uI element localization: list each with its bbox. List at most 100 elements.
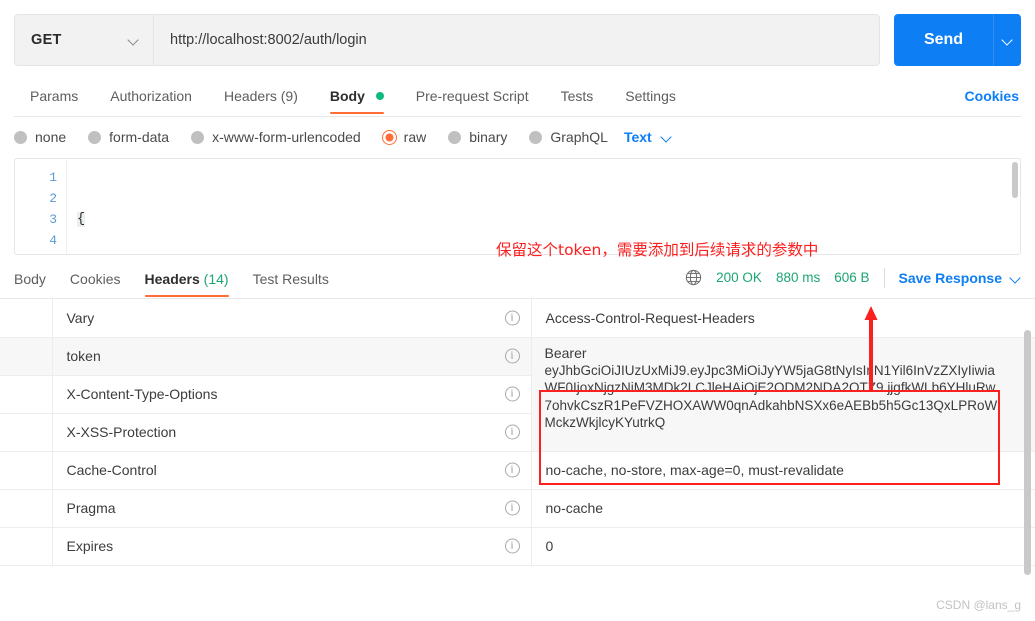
header-key-cell: Expires i [52,527,532,565]
response-tab-body[interactable]: Body [14,265,58,298]
line-number: 4 [49,233,57,248]
header-key-cell: X-XSS-Protection i [52,413,532,451]
radio-selected-icon [382,130,396,144]
header-key: Pragma [66,500,116,516]
info-icon[interactable]: i [504,348,520,364]
header-value-cell: Access-Control-Request-Headers [531,299,1035,337]
header-key: Cache-Control [66,462,157,478]
editor-scrollbar[interactable] [1012,162,1018,198]
tab-label: Headers (9) [223,88,298,104]
response-meta: 200 OK 880 ms 606 B Save Response [685,267,1022,296]
header-value-cell: Bearer eyJhbGciOiJIUzUxMiJ9.eyJpc3MiOiJy… [531,337,1035,451]
tab-label: Settings [625,88,676,104]
watermark: CSDN @lans_g [936,598,1021,612]
info-icon[interactable]: i [504,462,520,478]
response-time: 880 ms [775,270,821,285]
chevron-down-icon [1003,35,1013,45]
header-value-cell: 0 [531,527,1035,565]
radio-icon [448,130,462,144]
response-tab-test-results[interactable]: Test Results [241,265,341,298]
line-number: 1 [49,170,57,185]
header-value: no-cache [545,500,604,516]
request-url-bar: GET http://localhost:8002/auth/login Sen… [0,0,1035,66]
tab-headers[interactable]: Headers (9) [208,80,314,116]
tab-params[interactable]: Params [14,80,94,116]
row-gutter [0,527,53,565]
radio-label: none [35,129,67,145]
info-icon[interactable]: i [504,386,520,402]
tab-authorization[interactable]: Authorization [94,80,208,116]
radio-icon [88,130,102,144]
tab-body[interactable]: Body [314,80,400,116]
line-number: 2 [49,191,57,206]
raw-format-select[interactable]: Text [624,129,672,145]
send-options-button[interactable] [993,14,1021,66]
body-present-dot-icon [375,92,384,100]
response-size: 606 B [834,270,870,285]
divider [883,267,885,288]
header-key-cell: Vary i [52,299,532,337]
save-response-button[interactable]: Save Response [899,270,1022,286]
url-input[interactable]: http://localhost:8002/auth/login [154,15,879,65]
header-value-cell: no-cache [531,489,1035,527]
editor-line-numbers: 1 2 3 4 [15,159,67,254]
row-gutter [0,299,53,337]
info-icon[interactable]: i [504,538,520,554]
info-icon[interactable]: i [504,424,520,440]
tab-label: Pre-request Script [415,88,529,104]
raw-format-label: Text [623,129,652,145]
radio-label: raw [403,129,427,145]
table-row[interactable]: Cache-Control i no-cache, no-store, max-… [0,451,1035,489]
chevron-down-icon [662,132,672,142]
info-icon[interactable]: i [504,500,520,516]
tab-label: Cookies [69,271,121,287]
headers-table-scrollbar[interactable] [1024,330,1031,575]
chevron-down-icon [1011,273,1021,283]
response-headers-table: Vary i Access-Control-Request-Headers to… [0,299,1035,566]
header-key: token [66,348,101,364]
body-type-raw[interactable]: raw [382,129,427,145]
body-type-radio-group: none form-data x-www-form-urlencoded raw… [0,117,1035,158]
header-key: X-XSS-Protection [66,424,177,440]
http-method-select[interactable]: GET [15,15,154,65]
response-tab-cookies[interactable]: Cookies [58,265,133,298]
header-value: Access-Control-Request-Headers [545,309,755,326]
table-row[interactable]: token i Bearer eyJhbGciOiJIUzUxMiJ9.eyJp… [0,337,1035,430]
tab-label: Body [329,88,365,104]
header-value: no-cache, no-store, max-age=0, must-reva… [545,462,844,478]
body-type-none[interactable]: none [14,129,66,145]
tab-tests[interactable]: Tests [545,80,610,116]
body-type-urlencoded[interactable]: x-www-form-urlencoded [191,129,361,145]
header-value-cell: no-cache, no-store, max-age=0, must-reva… [531,451,1035,489]
send-button[interactable]: Send [894,14,993,66]
table-row[interactable]: Pragma i no-cache [0,489,1035,527]
tab-settings[interactable]: Settings [609,80,692,116]
info-icon[interactable]: i [504,310,520,326]
body-type-form-data[interactable]: form-data [88,129,169,145]
radio-icon [191,130,205,144]
tab-label: Authorization [110,88,192,104]
body-type-graphql[interactable]: GraphQL [529,129,608,145]
cookies-link[interactable]: Cookies [965,80,1021,116]
body-type-binary[interactable]: binary [448,129,507,145]
row-gutter [0,451,53,489]
response-tab-headers[interactable]: Headers (14) [133,265,241,298]
tab-label: Tests [560,88,594,104]
method-url-group: GET http://localhost:8002/auth/login [14,14,880,66]
chevron-down-icon [129,35,139,45]
radio-label: x-www-form-urlencoded [212,129,361,145]
row-gutter [0,413,53,451]
row-gutter [0,489,53,527]
radio-icon [529,130,543,144]
table-row[interactable]: Expires i 0 [0,527,1035,565]
line-number: 3 [49,212,57,227]
table-row[interactable]: Vary i Access-Control-Request-Headers [0,299,1035,337]
tab-label: Test Results [252,271,329,287]
radio-icon [14,130,27,144]
header-key-cell: X-Content-Type-Options i [52,375,532,413]
header-key: Vary [66,309,95,326]
save-response-label: Save Response [898,269,1003,286]
tab-pre-request-script[interactable]: Pre-request Script [400,80,545,116]
radio-label: form-data [109,129,170,145]
row-gutter [0,375,53,413]
